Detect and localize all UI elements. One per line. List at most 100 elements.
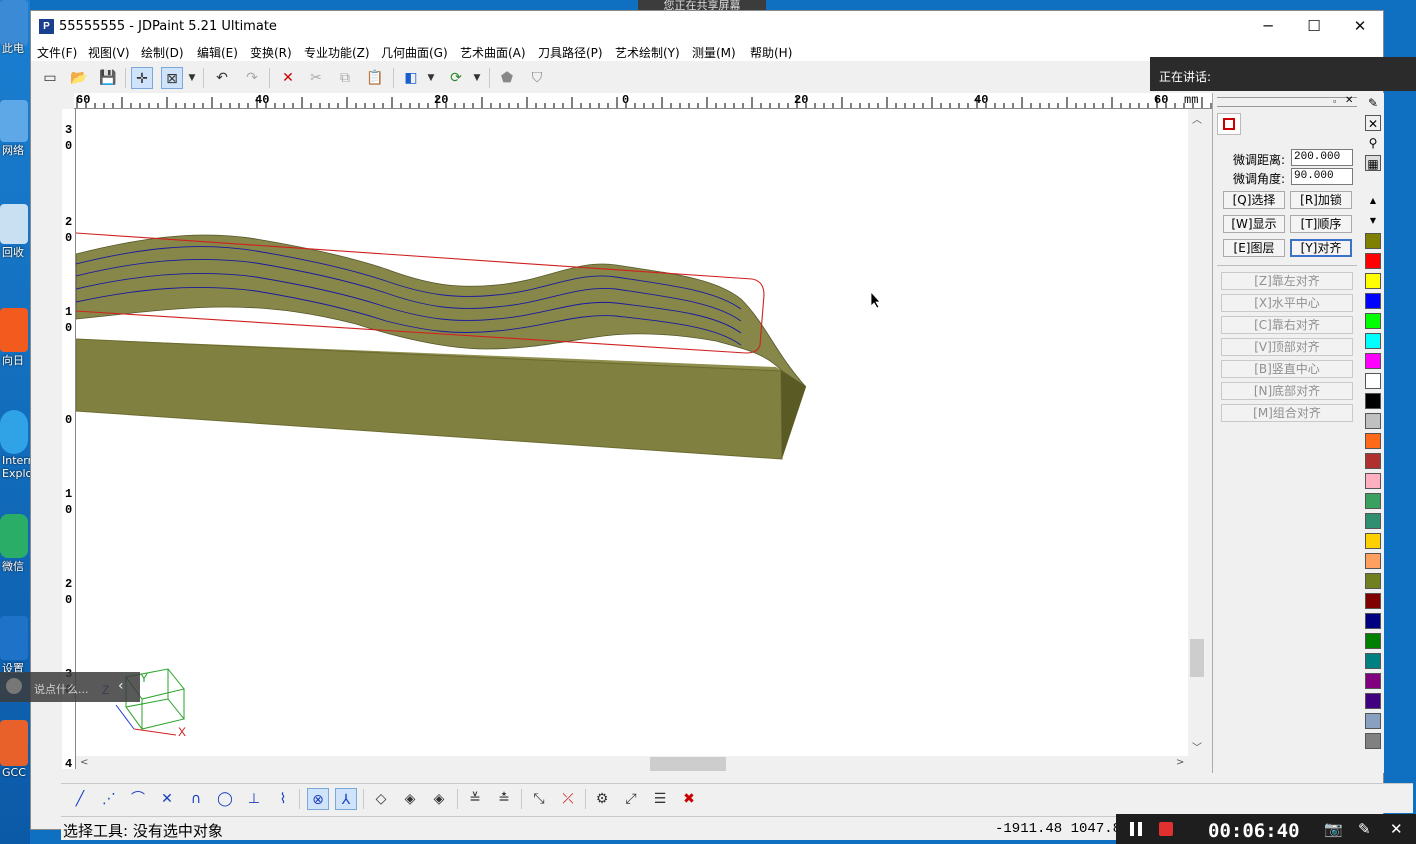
chevron-down-icon[interactable]: ▼ <box>425 67 437 89</box>
color-swatch[interactable] <box>1365 233 1381 249</box>
curve-tool-icon[interactable]: ∩ <box>185 788 207 810</box>
path-list-icon[interactable]: ☰ <box>649 788 671 810</box>
menu-geometric-surface[interactable]: 几何曲面(G) <box>381 44 448 61</box>
baseline-icon[interactable]: ≚ <box>464 788 486 810</box>
pattern-icon[interactable]: ▦ <box>1365 155 1381 171</box>
eyedropper-icon[interactable]: ⚲ <box>1365 135 1381 151</box>
color-swatch[interactable] <box>1365 453 1381 469</box>
color-swatch[interactable] <box>1365 513 1381 529</box>
color-swatch[interactable] <box>1365 593 1381 609</box>
pause-icon[interactable] <box>1130 822 1144 836</box>
color-swatch[interactable] <box>1365 273 1381 289</box>
unpick-icon[interactable]: ⤫ <box>557 788 579 810</box>
drawing-canvas[interactable]: Y Z X <box>76 109 1188 756</box>
desktop-icon-recycle-bin[interactable]: 回收 <box>0 204 30 260</box>
menu-draw[interactable]: 绘制(D) <box>141 44 184 61</box>
desktop-icon-sunlogin[interactable]: 向日 <box>0 308 30 368</box>
tangent-tool-icon[interactable]: ⌇ <box>272 788 294 810</box>
menu-view[interactable]: 视图(V) <box>88 44 130 61</box>
polyline-tool-icon[interactable]: ⋰ <box>98 788 120 810</box>
undo-icon[interactable]: ↶ <box>211 67 233 89</box>
color-swatch[interactable] <box>1365 433 1381 449</box>
vertical-scroll-thumb[interactable] <box>1190 639 1204 677</box>
desktop-icon-network[interactable]: 网络 <box>0 100 30 158</box>
align-bottom-button[interactable]: [N]底部对齐 <box>1221 382 1353 400</box>
color-swatch[interactable] <box>1365 353 1381 369</box>
menu-professional[interactable]: 专业功能(Z) <box>304 44 370 61</box>
diamond-tool-icon[interactable]: ◇ <box>370 788 392 810</box>
color-swatch[interactable] <box>1365 293 1381 309</box>
color-swatch[interactable] <box>1365 473 1381 489</box>
pen-annotate-icon[interactable]: ✎ <box>1358 820 1371 838</box>
close-button[interactable]: ✕ <box>1337 11 1383 41</box>
snap-point-icon[interactable]: ⊗ <box>307 788 329 810</box>
delete-icon[interactable]: ✕ <box>277 67 299 89</box>
desktop-icon-settings[interactable]: 设置 <box>0 616 30 676</box>
menu-transform[interactable]: 变换(R) <box>250 44 292 61</box>
stop-record-icon[interactable] <box>1159 822 1173 836</box>
order-button[interactable]: [T]顺序 <box>1290 215 1352 233</box>
display-button[interactable]: [W]显示 <box>1223 215 1285 233</box>
diamond-grid-icon[interactable]: ◈ <box>399 788 421 810</box>
shade-back-icon[interactable]: ⛉ <box>526 67 548 89</box>
align-button[interactable]: [Y]对齐 <box>1290 239 1352 257</box>
desktop-icon-gcc[interactable]: GCC <box>0 720 30 779</box>
color-swatch[interactable] <box>1365 573 1381 589</box>
chevron-left-icon[interactable]: ‹ <box>118 678 124 694</box>
paste-icon[interactable]: 📋 <box>364 67 386 89</box>
color-swatch[interactable] <box>1365 493 1381 509</box>
copy-icon[interactable]: ⧉ <box>334 67 356 89</box>
align-tab-icon[interactable] <box>1217 113 1241 135</box>
palette-scroll-down-icon[interactable]: ▼ <box>1365 213 1381 229</box>
fine-distance-input[interactable]: 200.000 <box>1291 149 1353 166</box>
color-swatch[interactable] <box>1365 733 1381 749</box>
pick-icon[interactable]: ⤡ <box>528 788 550 810</box>
color-swatch[interactable] <box>1365 633 1381 649</box>
align-v-center-button[interactable]: [B]竖直中心 <box>1221 360 1353 378</box>
close-icon[interactable]: ✕ <box>1390 820 1403 838</box>
crosshair-select-icon[interactable]: ✛ <box>131 67 153 89</box>
desktop-icon-wechat[interactable]: 微信 <box>0 514 30 574</box>
view-cube-icon[interactable]: ◧ <box>400 67 422 89</box>
side-chat-box[interactable]: 说点什么... ‹ <box>0 672 140 702</box>
color-swatch[interactable] <box>1365 673 1381 689</box>
perpendicular-tool-icon[interactable]: ⊥ <box>243 788 265 810</box>
color-swatch[interactable] <box>1365 253 1381 269</box>
lock-button[interactable]: [R]加锁 <box>1290 191 1352 209</box>
align-group-button[interactable]: [M]组合对齐 <box>1221 404 1353 422</box>
palette-scroll-up-icon[interactable]: ▲ <box>1365 193 1381 209</box>
save-icon[interactable]: 💾 <box>97 67 119 89</box>
fine-angle-input[interactable]: 90.000 <box>1291 168 1353 185</box>
menu-measure[interactable]: 测量(M) <box>692 44 736 61</box>
circle-tool-icon[interactable]: ◯ <box>214 788 236 810</box>
color-swatch[interactable] <box>1365 333 1381 349</box>
color-swatch[interactable] <box>1365 413 1381 429</box>
menu-edit[interactable]: 编辑(E) <box>197 44 238 61</box>
panel-close-icon[interactable]: ✕ <box>1345 95 1353 106</box>
maximize-button[interactable]: ☐ <box>1291 11 1337 41</box>
menu-art-surface[interactable]: 艺术曲面(A) <box>460 44 526 61</box>
color-swatch[interactable] <box>1365 553 1381 569</box>
color-swatch[interactable] <box>1365 393 1381 409</box>
chevron-down-icon[interactable]: ▼ <box>186 67 198 89</box>
select-button[interactable]: [Q]选择 <box>1223 191 1285 209</box>
color-swatch[interactable] <box>1365 653 1381 669</box>
color-swatch[interactable] <box>1365 313 1381 329</box>
color-swatch[interactable] <box>1365 613 1381 629</box>
no-color-icon[interactable]: ✕ <box>1365 115 1381 131</box>
minimize-button[interactable]: ─ <box>1245 11 1291 41</box>
panel-float-icon[interactable]: ▫ <box>1333 96 1336 106</box>
color-swatch[interactable] <box>1365 713 1381 729</box>
new-file-icon[interactable]: ▭ <box>39 67 61 89</box>
scroll-down-icon[interactable]: ﹀ <box>1192 739 1202 754</box>
window-select-icon[interactable]: ⊠ <box>161 67 183 89</box>
cut-icon[interactable]: ✂ <box>305 67 327 89</box>
scroll-left-icon[interactable]: < <box>80 757 88 768</box>
path-gen-icon[interactable]: ⚙ <box>591 788 613 810</box>
align-top-button[interactable]: [V]顶部对齐 <box>1221 338 1353 356</box>
multi-baseline-icon[interactable]: ≛ <box>493 788 515 810</box>
rotate-view-icon[interactable]: ⟳ <box>445 67 467 89</box>
align-left-button[interactable]: [Z]靠左对齐 <box>1221 272 1353 290</box>
pencil-icon[interactable]: ✎ <box>1365 95 1381 111</box>
scroll-up-icon[interactable]: ︿ <box>1192 111 1202 126</box>
